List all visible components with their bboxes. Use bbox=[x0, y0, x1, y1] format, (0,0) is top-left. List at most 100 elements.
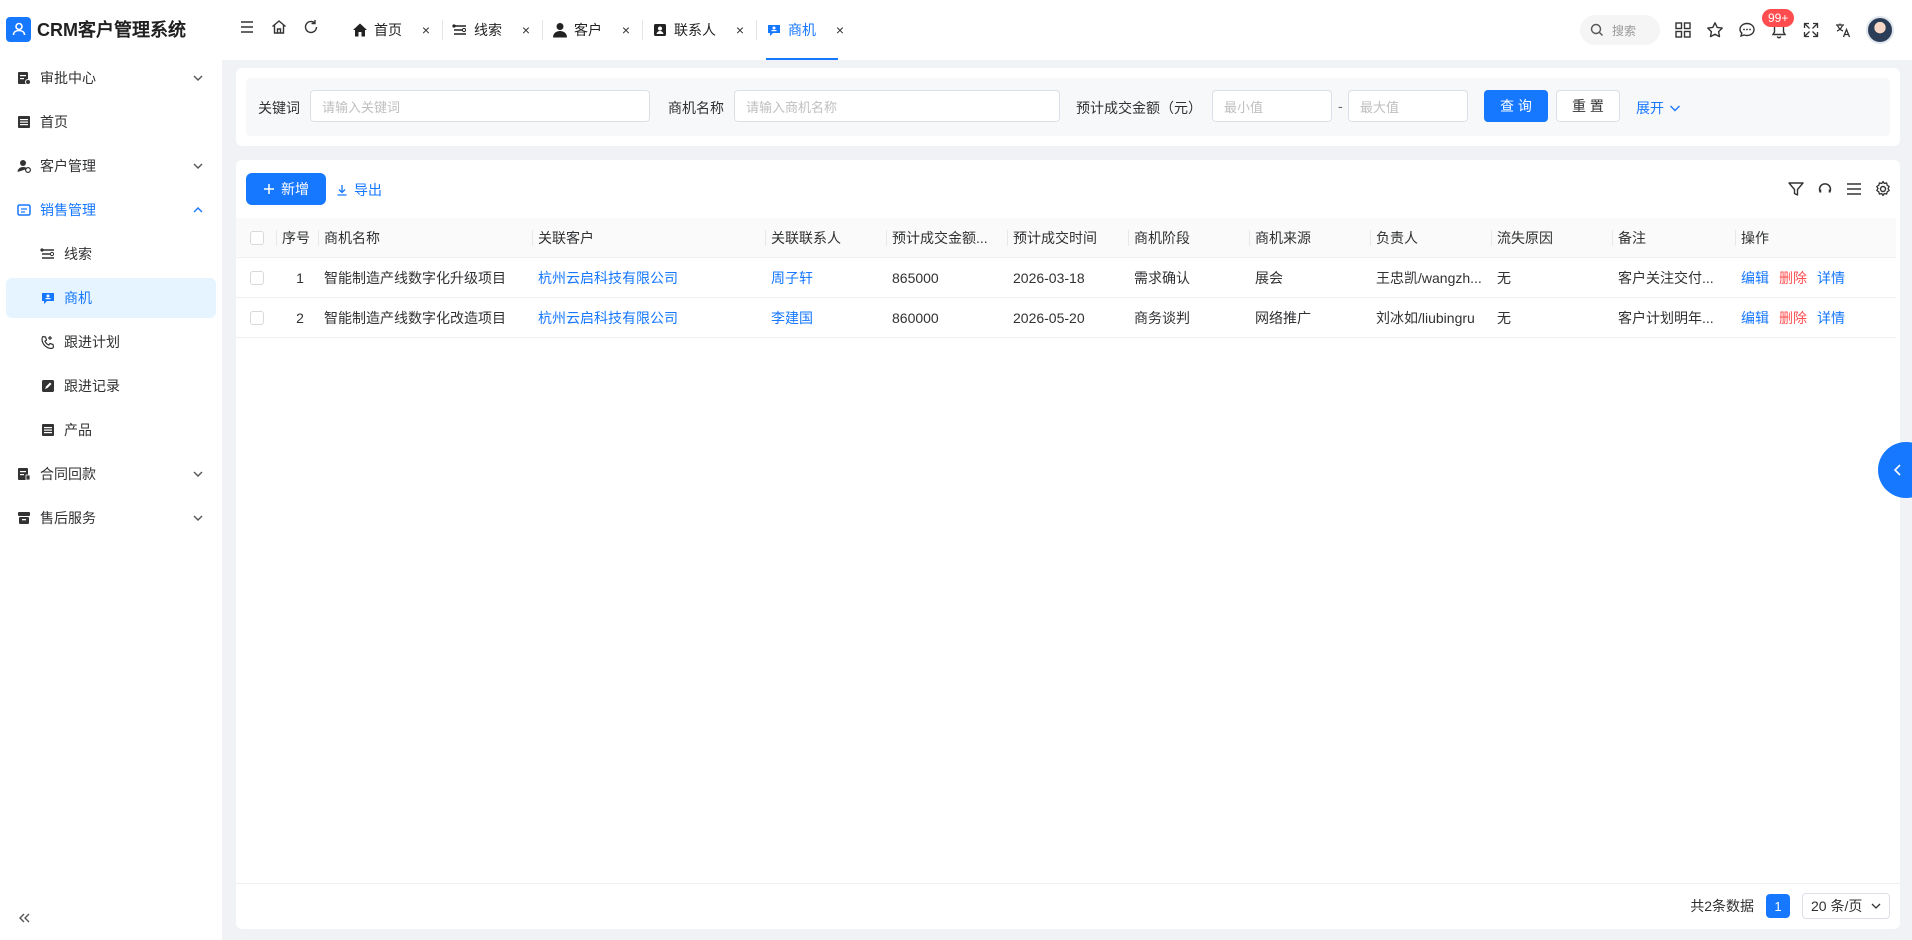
column-header: 备注 bbox=[1612, 218, 1735, 257]
column-header: 商机来源 bbox=[1249, 218, 1370, 257]
name-cell: 智能制造产线数字化改造项目 bbox=[318, 298, 532, 337]
sidebar-item-label: 售后服务 bbox=[40, 510, 96, 526]
sidebar-item-customer-management[interactable]: 客户管理 bbox=[6, 146, 216, 186]
select-all-cell bbox=[236, 218, 276, 257]
edit-link[interactable]: 编辑 bbox=[1741, 268, 1769, 288]
customer-link[interactable]: 杭州云启科技有限公司 bbox=[538, 308, 678, 328]
column-header-label: 关联联系人 bbox=[771, 229, 841, 246]
stage-value: 需求确认 bbox=[1134, 269, 1190, 286]
close-icon[interactable]: × bbox=[620, 22, 632, 38]
detail-link[interactable]: 详情 bbox=[1817, 308, 1845, 328]
star-icon[interactable] bbox=[1706, 21, 1724, 39]
export-button[interactable]: 导出 bbox=[336, 180, 382, 200]
column-header-label: 负责人 bbox=[1376, 229, 1418, 246]
max-amount-input[interactable]: 最大值 bbox=[1348, 90, 1468, 122]
logo-user-icon bbox=[6, 16, 31, 42]
sidebar-item-clues[interactable]: 线索 bbox=[6, 234, 216, 274]
filter-icon[interactable] bbox=[1787, 180, 1805, 198]
export-label: 导出 bbox=[354, 182, 382, 198]
sidebar-item-label: 销售管理 bbox=[40, 202, 96, 218]
sidebar-item-follow-records[interactable]: 跟进记录 bbox=[6, 366, 216, 406]
clue-icon bbox=[452, 22, 468, 38]
name-placeholder: 请输入商机名称 bbox=[746, 99, 838, 115]
avatar[interactable] bbox=[1866, 16, 1894, 44]
add-button[interactable]: 新增 bbox=[246, 173, 326, 205]
clue-icon bbox=[40, 246, 56, 262]
sidebar-item-contract-payment[interactable]: 合同回款 bbox=[6, 454, 216, 494]
keyword-input[interactable]: 请输入关键词 bbox=[310, 90, 650, 122]
sidebar-item-home[interactable]: 首页 bbox=[6, 102, 216, 142]
message-icon[interactable] bbox=[1738, 21, 1756, 39]
opportunity-name-input[interactable]: 请输入商机名称 bbox=[734, 90, 1060, 122]
delete-link[interactable]: 删除 bbox=[1779, 268, 1807, 288]
contact-link[interactable]: 李建国 bbox=[771, 308, 813, 328]
tab-home[interactable]: 首页 × bbox=[342, 0, 442, 60]
close-icon[interactable]: × bbox=[520, 22, 532, 38]
close-icon[interactable]: × bbox=[734, 22, 746, 38]
min-amount-input[interactable]: 最小值 bbox=[1212, 90, 1332, 122]
reset-button[interactable]: 重 置 bbox=[1556, 90, 1620, 122]
row-checkbox[interactable] bbox=[250, 310, 264, 325]
global-search[interactable]: 搜索 bbox=[1580, 15, 1660, 45]
search-label: 搜索 bbox=[1612, 23, 1637, 38]
name-cell: 智能制造产线数字化升级项目 bbox=[318, 258, 532, 297]
fullscreen-icon[interactable] bbox=[1802, 21, 1820, 39]
tab-contacts[interactable]: 联系人 × bbox=[642, 0, 756, 60]
collapse-sidebar-icon[interactable] bbox=[16, 910, 32, 926]
tab-customers[interactable]: 客户 × bbox=[542, 0, 642, 60]
remark-value: 客户关注交付... bbox=[1618, 269, 1714, 286]
delete-link[interactable]: 删除 bbox=[1779, 308, 1807, 328]
apps-grid-icon[interactable] bbox=[1674, 21, 1692, 39]
query-button[interactable]: 查 询 bbox=[1484, 90, 1548, 122]
menu-toggle-icon[interactable] bbox=[238, 18, 256, 36]
expand-filters-link[interactable]: 展开 bbox=[1636, 98, 1682, 118]
sidebar-item-label: 审批中心 bbox=[40, 70, 96, 86]
tab-opportunity[interactable]: 商机 × bbox=[756, 0, 856, 60]
sidebar-item-label: 客户管理 bbox=[40, 158, 96, 174]
settings-gear-icon[interactable] bbox=[1874, 180, 1892, 198]
sidebar-item-opportunity[interactable]: 商机 bbox=[6, 278, 216, 318]
sidebar-item-after-sales[interactable]: 售后服务 bbox=[6, 498, 216, 538]
column-header: 序号 bbox=[276, 218, 318, 257]
page-number-button[interactable]: 1 bbox=[1766, 894, 1790, 918]
density-icon[interactable] bbox=[1845, 180, 1863, 198]
notification-bell-icon[interactable]: 99+ bbox=[1762, 9, 1795, 39]
close-icon[interactable]: × bbox=[834, 22, 846, 38]
app-logo[interactable]: CRM客户管理系统 bbox=[6, 14, 186, 44]
sales-icon bbox=[16, 202, 32, 218]
column-header: 操作 bbox=[1735, 218, 1875, 257]
pagination: 共2条数据 1 20 条/页 bbox=[1690, 893, 1890, 919]
refresh-icon[interactable] bbox=[1816, 180, 1834, 198]
opportunity-name: 智能制造产线数字化改造项目 bbox=[324, 309, 506, 326]
tab-label: 客户 bbox=[574, 22, 602, 38]
close-icon[interactable]: × bbox=[420, 22, 432, 38]
customer-link[interactable]: 杭州云启科技有限公司 bbox=[538, 268, 678, 288]
contact-link[interactable]: 周子轩 bbox=[771, 268, 813, 288]
sidebar-item-follow-plan[interactable]: 跟进计划 bbox=[6, 322, 216, 362]
chevron-left-icon bbox=[1893, 464, 1901, 476]
amount-label: 预计成交金额（元） bbox=[1076, 100, 1202, 116]
row-index: 1 bbox=[296, 269, 304, 286]
chevron-down-icon bbox=[193, 471, 203, 477]
detail-link[interactable]: 详情 bbox=[1817, 268, 1845, 288]
edit-link[interactable]: 编辑 bbox=[1741, 308, 1769, 328]
chevron-down-icon bbox=[193, 163, 203, 169]
home-outline-icon[interactable] bbox=[270, 18, 288, 36]
customer-cell: 杭州云启科技有限公司 bbox=[532, 298, 765, 337]
user-icon bbox=[552, 22, 568, 38]
contact-cell: 周子轩 bbox=[765, 258, 886, 297]
sidebar-item-products[interactable]: 产品 bbox=[6, 410, 216, 450]
row-checkbox[interactable] bbox=[250, 270, 264, 285]
refresh-icon[interactable] bbox=[302, 18, 320, 36]
sidebar-item-sales-management[interactable]: 销售管理 bbox=[6, 190, 216, 230]
expand-label: 展开 bbox=[1636, 100, 1664, 116]
tab-clues[interactable]: 线索 × bbox=[442, 0, 542, 60]
total-count: 共2条数据 bbox=[1690, 898, 1754, 914]
page-size-select[interactable]: 20 条/页 bbox=[1802, 893, 1890, 919]
plus-icon bbox=[264, 184, 274, 194]
select-all-checkbox[interactable] bbox=[250, 230, 264, 245]
sidebar-item-approval[interactable]: 审批中心 bbox=[6, 58, 216, 98]
column-header-label: 商机来源 bbox=[1255, 229, 1311, 246]
chevron-down-icon bbox=[1871, 903, 1881, 909]
translate-icon[interactable] bbox=[1834, 21, 1852, 39]
